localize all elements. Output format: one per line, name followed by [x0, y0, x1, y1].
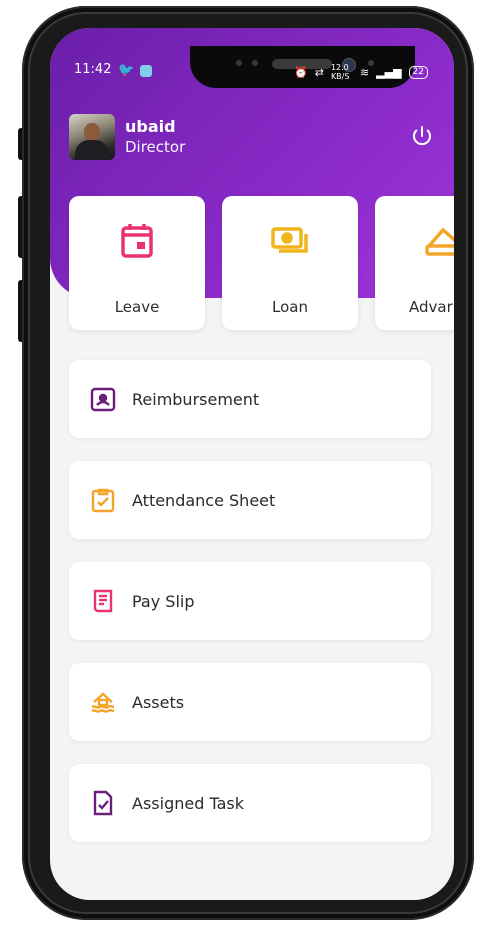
wifi-icon: ≋	[359, 65, 370, 79]
vibrate-icon: ⇄	[314, 65, 324, 79]
twitter-icon: 🐦	[118, 63, 135, 78]
avatar	[69, 114, 115, 160]
net-speed: 12.0 KB/S	[330, 63, 350, 81]
status-bar: 11:42 🐦 ⏰ ⇄ 12.0 KB/S ≋ ▂▄▆ 22	[50, 62, 454, 82]
signal-icon: ▂▄▆	[376, 65, 402, 79]
leave-label: Leave	[114, 298, 160, 316]
user-profile[interactable]: ubaid Director	[69, 114, 185, 160]
app-screen: 11:42 🐦 ⏰ ⇄ 12.0 KB/S ≋ ▂▄▆ 22 ubaid Dir…	[50, 28, 454, 900]
quick-actions: Leave Loan Advar	[69, 196, 454, 330]
battery-indicator: 22	[408, 65, 428, 79]
menu-label-reimbursement: Reimbursement	[132, 389, 260, 409]
alarm-icon: ⏰	[294, 65, 308, 79]
calendar-icon	[121, 224, 153, 258]
cash-icon	[271, 227, 308, 253]
power-icon[interactable]	[410, 124, 434, 148]
user-name: ubaid	[125, 117, 176, 136]
advance-icon	[425, 227, 454, 256]
loan-card[interactable]: Loan	[222, 196, 358, 330]
menu-list: Reimbursement Attendance Sheet Pay Slip	[69, 360, 431, 865]
receipt-icon	[93, 589, 113, 613]
menu-item-pay-slip[interactable]: Pay Slip	[69, 562, 431, 640]
menu-item-reimbursement[interactable]: Reimbursement	[69, 360, 431, 438]
advance-card[interactable]: Advar	[375, 196, 454, 330]
menu-label-attendance-sheet: Attendance Sheet	[132, 490, 276, 510]
status-time: 11:42	[74, 62, 112, 77]
menu-label-assigned-task: Assigned Task	[132, 793, 244, 813]
menu-label-pay-slip: Pay Slip	[132, 591, 195, 611]
task-check-icon	[93, 790, 113, 816]
loan-label: Loan	[272, 298, 308, 316]
advance-label: Advar	[409, 298, 453, 316]
menu-item-assigned-task[interactable]: Assigned Task	[69, 764, 431, 842]
assets-icon	[91, 692, 115, 713]
menu-label-assets: Assets	[132, 692, 185, 712]
clipboard-check-icon	[91, 488, 115, 513]
menu-item-attendance-sheet[interactable]: Attendance Sheet	[69, 461, 431, 539]
menu-item-assets[interactable]: Assets	[69, 663, 431, 741]
leave-card[interactable]: Leave	[69, 196, 205, 330]
app-notification-icon	[140, 65, 153, 77]
reimbursement-icon	[90, 387, 116, 412]
user-role: Director	[125, 138, 186, 156]
